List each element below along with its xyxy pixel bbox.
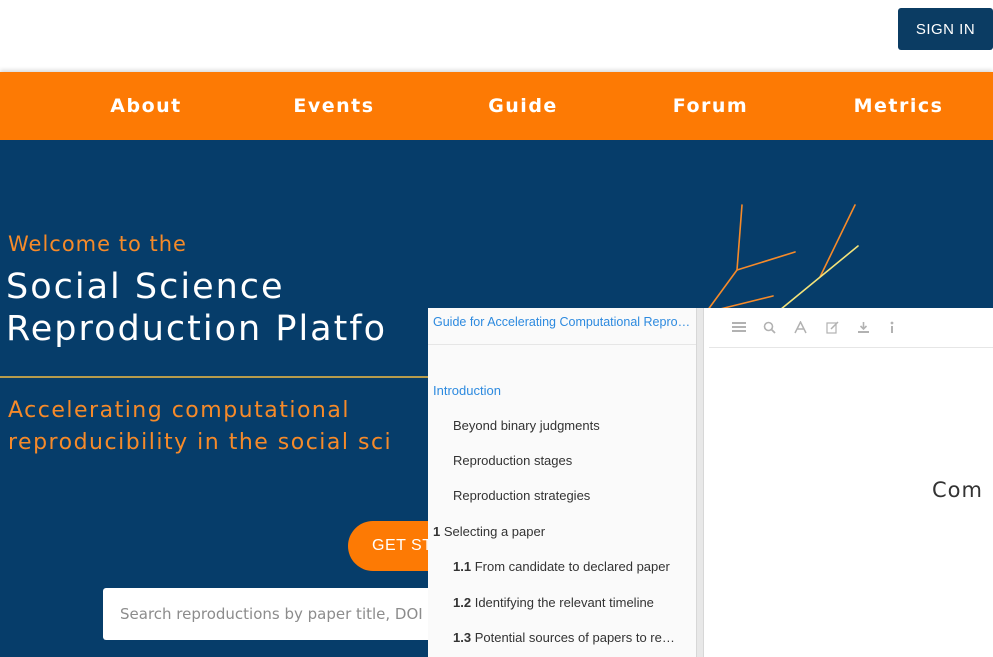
sign-in-button[interactable]: SIGN IN: [898, 8, 993, 50]
chapter-heading: Com: [932, 478, 983, 502]
toc-item-reproduction-stages[interactable]: Reproduction stages: [453, 453, 691, 468]
toc-item-label: Identifying the relevant timeline: [474, 595, 654, 610]
platform-title: Social Science Reproduction Platfo: [6, 266, 387, 350]
toc-item-introduction[interactable]: Introduction: [433, 383, 501, 398]
toc-item-potential-sources[interactable]: 1.3 Potential sources of papers to repro…: [453, 630, 675, 645]
nav-forum[interactable]: Forum: [663, 72, 758, 140]
tagline-line-1: Accelerating computational: [8, 398, 350, 423]
toc-item-label: Reproduction strategies: [453, 488, 591, 503]
nav-guide[interactable]: Guide: [478, 72, 568, 140]
book-reader-window: Guide for Accelerating Computational Rep…: [428, 308, 993, 657]
tagline-line-2: reproducibility in the social sci: [8, 430, 393, 455]
toc-item-number: 1: [433, 524, 441, 539]
toc-item-label: Selecting a paper: [443, 524, 546, 539]
toc-item-label: Introduction: [433, 383, 501, 398]
welcome-text: Welcome to the: [8, 232, 187, 256]
info-icon[interactable]: [881, 316, 903, 338]
table-of-contents: Guide for Accelerating Computational Rep…: [428, 308, 696, 657]
title-underline: [0, 376, 440, 378]
search-icon[interactable]: [758, 316, 780, 338]
nav-metrics[interactable]: Metrics: [846, 72, 951, 140]
toc-item-label: From candidate to declared paper: [474, 559, 670, 574]
download-icon[interactable]: [852, 316, 874, 338]
nav-about[interactable]: About: [100, 72, 192, 140]
font-icon[interactable]: [789, 316, 811, 338]
reader-toolbar: [709, 308, 993, 348]
main-nav: About Events Guide Forum Metrics: [0, 72, 993, 140]
title-line-1: Social Science: [6, 267, 285, 307]
menu-icon[interactable]: [728, 316, 750, 338]
toc-item-label: Reproduction stages: [453, 453, 573, 468]
toc-item-label: Potential sources of papers to reproduce: [474, 630, 675, 645]
toc-item-beyond-binary-judgments[interactable]: Beyond binary judgments: [453, 418, 691, 433]
toc-item-candidate-to-declared[interactable]: 1.1 From candidate to declared paper: [453, 559, 675, 574]
nav-events[interactable]: Events: [285, 72, 383, 140]
book-title-link[interactable]: Guide for Accelerating Computational Rep…: [433, 315, 691, 329]
top-bar: SIGN IN: [0, 0, 993, 72]
tagline: Accelerating computational reproducibili…: [8, 395, 392, 459]
toc-divider: [428, 344, 696, 345]
toc-item-number: 1.3: [453, 630, 472, 645]
toc-item-reproduction-strategies[interactable]: Reproduction strategies: [453, 488, 691, 503]
edit-icon[interactable]: [821, 316, 843, 338]
toc-item-label: Beyond binary judgments: [453, 418, 600, 433]
toc-item-number: 1.1: [453, 559, 472, 574]
toc-item-relevant-timeline[interactable]: 1.2 Identifying the relevant timeline: [453, 595, 691, 610]
toc-item-number: 1.2: [453, 595, 472, 610]
toc-item-selecting-a-paper[interactable]: 1 Selecting a paper: [433, 524, 691, 539]
sidebar-resize-handle[interactable]: [696, 308, 704, 657]
title-line-2: Reproduction Platfo: [6, 309, 388, 349]
reader-content: Com: [709, 308, 993, 657]
